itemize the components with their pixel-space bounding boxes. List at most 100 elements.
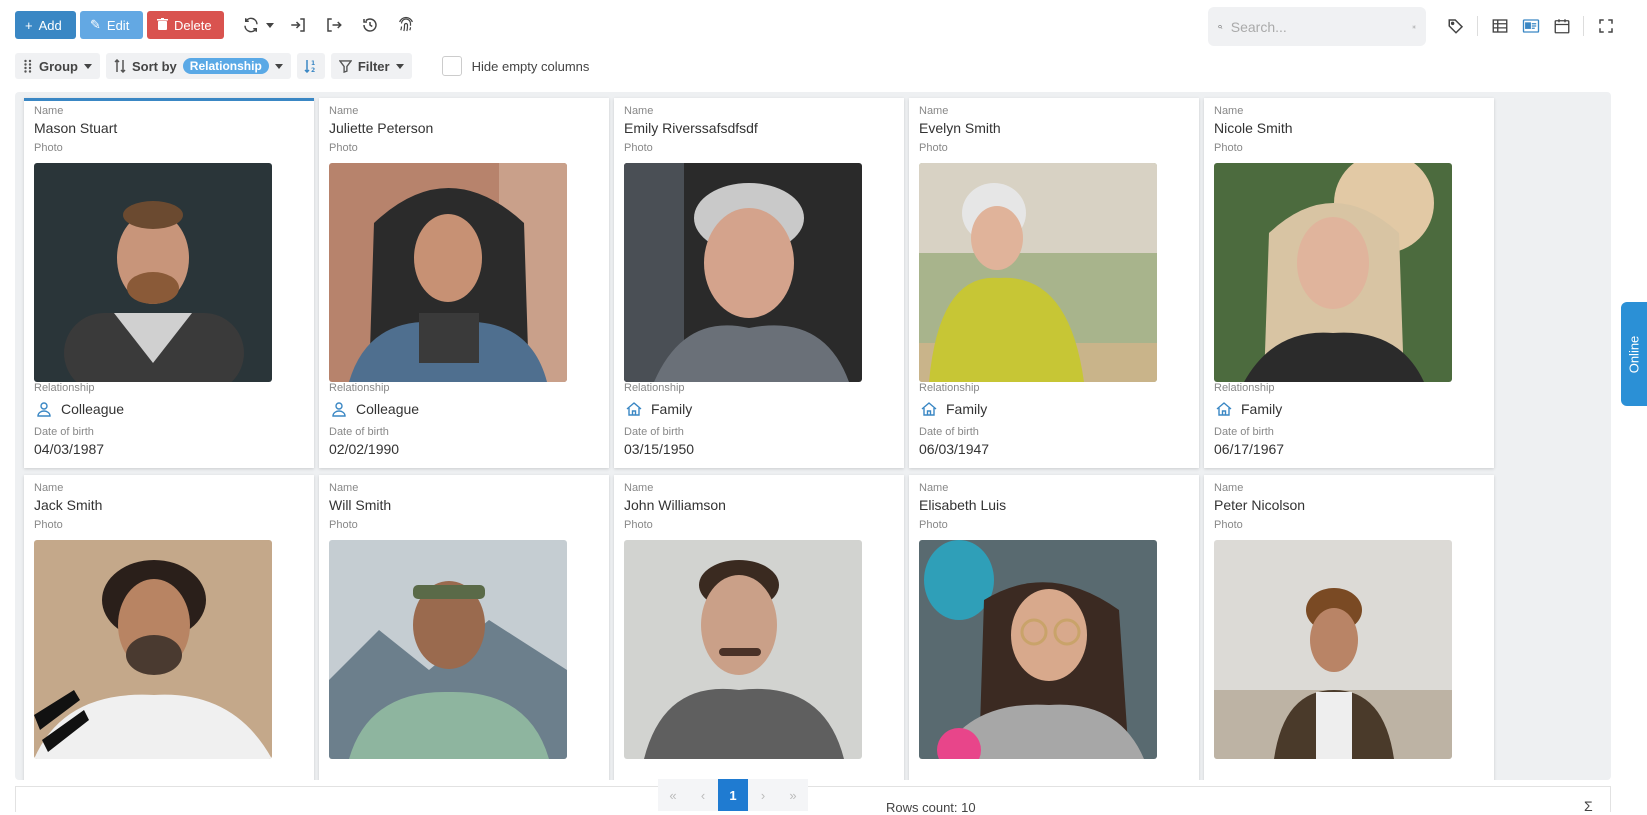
name-value: John Williamson: [624, 497, 726, 513]
online-tab-label: Online: [1626, 335, 1642, 373]
photo-label: Photo: [329, 142, 358, 154]
filter-icon: [338, 59, 352, 73]
person-photo: [919, 540, 1157, 759]
sort-numeric-asc-icon: 12: [304, 60, 315, 73]
sign-in-icon: [291, 18, 305, 32]
rows-count: Rows count: 10: [886, 800, 976, 815]
name-label: Name: [329, 105, 359, 117]
delete-button-label: Delete: [174, 17, 212, 33]
card-view-button[interactable]: [1515, 12, 1546, 40]
page-number-button[interactable]: 1: [718, 779, 748, 811]
table-view-button[interactable]: [1484, 12, 1515, 40]
tags-button[interactable]: [1440, 12, 1471, 40]
name-value: Emily Riverssafsdfsdf: [624, 120, 758, 136]
main-toolbar: + Add ✎ Edit Delete: [15, 11, 424, 39]
delete-button[interactable]: Delete: [147, 11, 224, 39]
history-button[interactable]: [352, 11, 388, 39]
record-card[interactable]: Name Emily Riverssafsdfsdf Photo Relatio…: [614, 98, 904, 468]
name-value: Mason Stuart: [34, 120, 118, 136]
dob-value: 04/03/1987: [34, 441, 105, 457]
filter-dropdown[interactable]: Filter: [330, 53, 412, 79]
dob-value: 02/02/1990: [329, 441, 400, 457]
record-card[interactable]: Name Jack Smith Photo: [24, 475, 314, 780]
group-dropdown[interactable]: Group: [15, 53, 100, 79]
record-card[interactable]: Name Elisabeth Luis Photo: [909, 475, 1199, 780]
person-photo: [1214, 163, 1452, 382]
photo-label: Photo: [1214, 142, 1243, 154]
sort-dropdown[interactable]: Sort by Relationship: [106, 53, 291, 79]
gear-icon[interactable]: [1412, 19, 1416, 35]
fullscreen-button[interactable]: [1590, 12, 1621, 40]
dob-label: Date of birth: [919, 426, 979, 438]
photo-label: Photo: [329, 519, 358, 531]
import-button[interactable]: [280, 11, 316, 39]
name-label: Name: [1214, 482, 1244, 494]
search-box: [1208, 7, 1426, 46]
search-input[interactable]: [1230, 18, 1412, 35]
sync-dropdown[interactable]: [236, 11, 280, 39]
record-card[interactable]: Name Mason Stuart Photo Relationship Col…: [24, 98, 314, 468]
plus-icon: +: [25, 17, 33, 33]
prev-page-button[interactable]: ‹: [688, 779, 718, 811]
toolbar-divider: [1583, 16, 1584, 36]
relationship-value: Family: [624, 401, 692, 417]
chevron-down-icon: [395, 63, 404, 69]
sort-label: Sort by: [132, 58, 177, 74]
calendar-view-button[interactable]: [1546, 12, 1577, 40]
dob-value: 03/15/1950: [624, 441, 695, 457]
relationship-text: Family: [651, 401, 693, 417]
person-photo: [34, 163, 272, 382]
first-page-button[interactable]: «: [658, 779, 688, 811]
export-button[interactable]: [316, 11, 352, 39]
relationship-text: Colleague: [61, 401, 125, 417]
person-photo: [624, 540, 862, 759]
user-icon: [332, 402, 346, 417]
record-card[interactable]: Name Peter Nicolson Photo: [1204, 475, 1494, 780]
name-value: Peter Nicolson: [1214, 497, 1306, 513]
relationship-label: Relationship: [329, 382, 390, 394]
sort-direction-button[interactable]: 12: [296, 53, 325, 79]
toolbar-divider: [1477, 16, 1478, 36]
pagination: « ‹ 1 › »: [658, 779, 808, 811]
edit-button[interactable]: ✎ Edit: [80, 11, 143, 39]
name-value: Juliette Peterson: [329, 120, 434, 136]
sign-out-icon: [327, 18, 342, 32]
name-value: Evelyn Smith: [919, 120, 1001, 136]
home-icon: [626, 402, 642, 416]
search-icon: [1218, 24, 1223, 29]
relationship-label: Relationship: [919, 382, 980, 394]
dob-label: Date of birth: [329, 426, 389, 438]
relationship-value: Colleague: [34, 401, 124, 417]
photo-label: Photo: [624, 142, 653, 154]
hide-empty-columns-checkbox[interactable]: [441, 56, 462, 76]
record-card[interactable]: Name Will Smith Photo: [319, 475, 609, 780]
photo-label: Photo: [624, 519, 653, 531]
name-label: Name: [919, 105, 949, 117]
dob-label: Date of birth: [624, 426, 684, 438]
photo-label: Photo: [34, 519, 63, 531]
online-tab[interactable]: Online: [1621, 302, 1647, 406]
relationship-label: Relationship: [624, 382, 685, 394]
relationship-label: Relationship: [34, 382, 95, 394]
sort-value-badge: Relationship: [182, 58, 269, 74]
record-card[interactable]: Name Nicole Smith Photo Relationship Fam…: [1204, 98, 1494, 468]
name-label: Name: [624, 105, 654, 117]
name-value: Elisabeth Luis: [919, 497, 1007, 513]
last-page-button[interactable]: »: [778, 779, 808, 811]
card-grid: Name Mason Stuart Photo Relationship Col…: [15, 92, 1611, 780]
trash-icon: [157, 17, 168, 33]
chevron-down-icon: [84, 63, 92, 69]
pencil-icon: ✎: [90, 17, 101, 32]
photo-label: Photo: [919, 519, 948, 531]
footer-bar: [15, 786, 1611, 812]
fingerprint-button[interactable]: [388, 11, 424, 39]
person-photo: [624, 163, 862, 382]
add-button[interactable]: + Add: [15, 11, 76, 39]
next-page-button[interactable]: ›: [748, 779, 778, 811]
photo-label: Photo: [919, 142, 948, 154]
record-card[interactable]: Name Evelyn Smith Photo Relationship Fam…: [909, 98, 1199, 468]
record-card[interactable]: Name Juliette Peterson Photo Relationshi…: [319, 98, 609, 468]
relationship-value: Family: [1214, 401, 1282, 417]
relationship-value: Family: [919, 401, 987, 417]
record-card[interactable]: Name John Williamson Photo: [614, 475, 904, 780]
